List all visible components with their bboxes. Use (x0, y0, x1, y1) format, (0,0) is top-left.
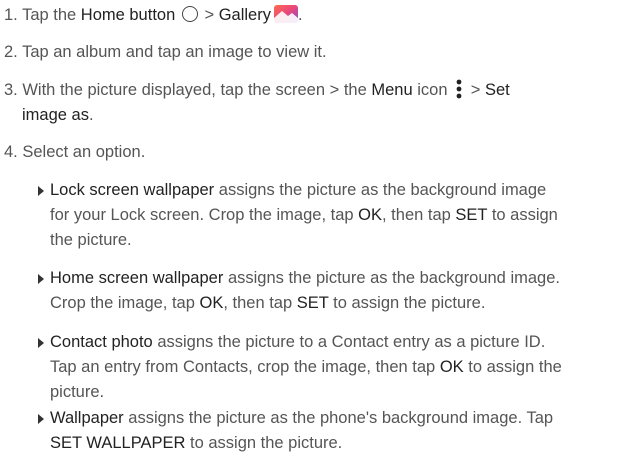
step-2: 2. Tap an album and tap an image to view… (4, 40, 327, 65)
bullet-arrow-icon (38, 274, 44, 284)
option-home-screen-wallpaper: Home screen wallpaper assigns the pictur… (38, 266, 628, 316)
period: . (88, 106, 94, 124)
option-title: Home screen wallpaper (50, 269, 224, 287)
separator: > (470, 81, 481, 99)
option-wallpaper: Wallpaper assigns the picture as the pho… (38, 406, 628, 456)
gallery-icon (273, 5, 298, 31)
set-label: SET (296, 294, 329, 312)
step-text: icon (417, 81, 448, 99)
option-text: to assign the (468, 358, 562, 376)
ok-label: OK (358, 206, 383, 224)
step-1: 1. Tap the Home button > Gallery. (4, 3, 303, 31)
option-text: for your Lock screen. Crop the image, ta… (50, 206, 354, 224)
option-text: assigns the picture as the background im… (218, 181, 547, 199)
ok-label: OK (199, 294, 224, 312)
menu-label: Menu (371, 81, 413, 99)
bullet-arrow-icon (38, 414, 44, 424)
option-text: to assign (491, 206, 558, 224)
option-title: Wallpaper (50, 409, 124, 427)
separator: > (204, 6, 215, 24)
option-text: to assign the picture. (190, 434, 343, 452)
bullet-arrow-icon (38, 186, 44, 196)
step-text: Tap an album and tap an image to view it… (22, 43, 327, 61)
option-title: Lock screen wallpaper (50, 181, 215, 199)
set-image-as-label: Set (484, 81, 510, 99)
home-button-label: Home button (80, 6, 176, 24)
step-3-cont: image as. (22, 103, 94, 128)
option-text: assigns the picture to a Contact entry a… (157, 333, 546, 351)
step-number: 4. (4, 143, 18, 161)
option-text: assigns the picture as the background im… (227, 269, 560, 287)
instruction-page: 1. Tap the Home button > Gallery. 2. Tap… (0, 0, 637, 454)
option-title: Contact photo (50, 333, 153, 351)
option-contact-photo: Contact photo assigns the picture to a C… (38, 330, 628, 405)
option-text: picture. (50, 383, 105, 401)
home-icon (181, 6, 198, 22)
option-text: Crop the image, tap (50, 294, 195, 312)
step-number: 1. (4, 6, 18, 24)
step-text: Tap the (22, 6, 77, 24)
gallery-label: Gallery (218, 6, 271, 24)
option-text: , then tap (382, 206, 451, 224)
set-label: SET (455, 206, 488, 224)
ok-label: OK (439, 358, 464, 376)
option-lock-screen-wallpaper: Lock screen wallpaper assigns the pictur… (38, 178, 628, 253)
option-text: to assign the picture. (333, 294, 486, 312)
option-text: , then tap (223, 294, 293, 312)
set-image-as-label-cont: image as (22, 106, 89, 124)
option-text: Tap an entry from Contacts, crop the ima… (50, 358, 436, 376)
step-number: 2. (4, 43, 18, 61)
step-text: With the picture displayed, tap the scre… (22, 81, 367, 99)
bullet-arrow-icon (38, 338, 44, 348)
option-text: assigns the picture as the phone's backg… (128, 409, 554, 427)
step-number: 3. (4, 81, 18, 99)
set-wallpaper-label: SET WALLPAPER (50, 434, 186, 452)
period: . (297, 6, 303, 24)
step-text: Select an option. (22, 143, 146, 161)
step-4: 4. Select an option. (4, 140, 145, 165)
option-text: the picture. (50, 231, 132, 249)
menu-dots-icon (456, 79, 462, 107)
